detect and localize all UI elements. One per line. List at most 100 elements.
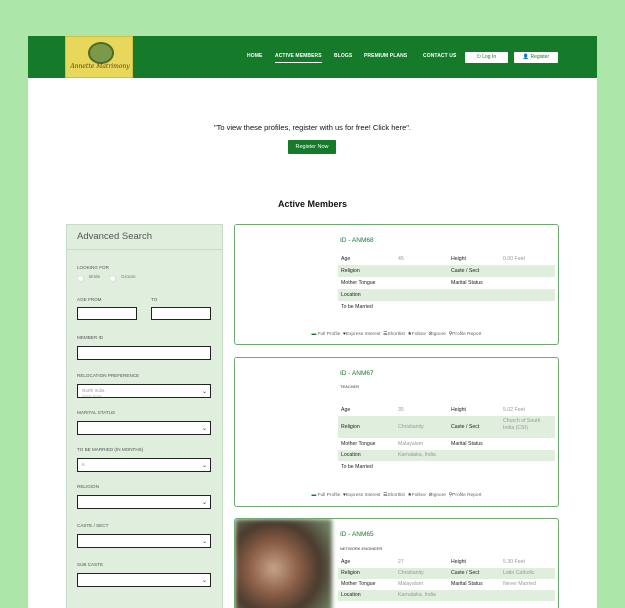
bride-radio[interactable] bbox=[77, 275, 84, 282]
bride-label: Bride bbox=[89, 275, 101, 280]
ignore-link[interactable]: Ignore bbox=[432, 332, 446, 337]
caste-select[interactable]: ⌄ bbox=[77, 534, 211, 548]
chevron-down-icon: ⌄ bbox=[201, 578, 207, 584]
profile-report-link[interactable]: Profile Report bbox=[452, 493, 481, 498]
full-profile-link[interactable]: Full Profile bbox=[318, 332, 341, 337]
age-from-label: AGE FROM bbox=[77, 297, 102, 302]
member-photo[interactable] bbox=[235, 358, 332, 488]
religion-label: Religion bbox=[341, 424, 360, 430]
relocation-label: RELOCATION PREFERENCE bbox=[77, 373, 140, 378]
member-card: ID - ANM67 TEACHER Age 35 Height 5.02 Fe… bbox=[234, 357, 559, 507]
member-occupation: TEACHER bbox=[340, 384, 360, 389]
member-id-input[interactable] bbox=[77, 346, 211, 360]
card-actions: ▬ Full Profile ♥Express Interest ☰Shortl… bbox=[235, 332, 558, 337]
section-title: Active Members bbox=[277, 199, 348, 209]
location-value: Karnataka, India bbox=[398, 592, 436, 598]
follow-link[interactable]: Follow bbox=[412, 332, 426, 337]
express-interest-link[interactable]: Express Interest bbox=[346, 332, 381, 337]
member-id[interactable]: ID - ANM67 bbox=[340, 370, 374, 377]
chevron-down-icon: ⌄ bbox=[201, 539, 207, 545]
religion-label: RELIGION bbox=[77, 484, 99, 489]
sub-caste-label: SUB CASTE bbox=[77, 562, 104, 567]
chevron-down-icon: ⌄ bbox=[201, 500, 207, 506]
looking-for-label: LOOKING FOR bbox=[77, 265, 109, 270]
location-value: Karnataka, India bbox=[398, 452, 436, 458]
caste-value: Church of South India (CSI) bbox=[503, 418, 541, 431]
site-logo[interactable]: Annette Matrimony bbox=[65, 36, 133, 78]
age-to-input[interactable] bbox=[151, 307, 211, 320]
nav-premium-plans[interactable]: PREMIUM PLANS bbox=[364, 53, 407, 59]
religion-label: Religion bbox=[341, 268, 360, 274]
logo-emblem-icon bbox=[88, 42, 114, 64]
mother-tongue-label: Mother Tongue bbox=[341, 581, 376, 587]
nav-blogs[interactable]: BLOGS bbox=[334, 53, 352, 59]
height-value: 5.30 Feet bbox=[503, 559, 525, 565]
member-photo[interactable] bbox=[235, 225, 332, 330]
advanced-search-panel: Advanced Search LOOKING FOR Bride Groom … bbox=[66, 224, 223, 608]
shortlist-link[interactable]: Shortlist bbox=[387, 493, 404, 498]
marital-status-label: Marital Status bbox=[451, 280, 483, 286]
chevron-down-icon: ⌄ bbox=[201, 463, 207, 469]
height-label: Height bbox=[451, 559, 466, 565]
member-id[interactable]: ID - ANM65 bbox=[340, 531, 374, 538]
marital-status-value: Never Married bbox=[503, 581, 536, 587]
to-be-married-value: 6 bbox=[82, 462, 85, 467]
member-details-table: Age 45 Height 0.00 Feet Religion Caste /… bbox=[338, 254, 555, 313]
groom-radio[interactable] bbox=[109, 275, 116, 282]
age-value: 45 bbox=[398, 256, 404, 262]
location-label: Location bbox=[341, 592, 361, 598]
height-value: 5.02 Feet bbox=[503, 407, 525, 413]
nav-home[interactable]: HOME bbox=[247, 53, 262, 59]
profile-report-link[interactable]: Profile Report bbox=[452, 332, 481, 337]
age-label: Age bbox=[341, 559, 351, 565]
shortlist-link[interactable]: Shortlist bbox=[387, 332, 404, 337]
marital-status-label: MARITAL STATUS bbox=[77, 410, 116, 415]
age-from-input[interactable] bbox=[77, 307, 137, 320]
age-label: Age bbox=[341, 407, 351, 413]
nav-active-members[interactable]: ACTIVE MEMBERS bbox=[275, 53, 322, 63]
mother-tongue-label: Mother Tongue bbox=[341, 280, 376, 286]
follow-link[interactable]: Follow bbox=[412, 493, 426, 498]
login-button[interactable]: ⏻ Log In bbox=[465, 52, 508, 63]
ignore-link[interactable]: Ignore bbox=[432, 493, 446, 498]
location-label: Location bbox=[341, 292, 361, 298]
member-card: ID - ANM68 Age 45 Height 0.00 Feet Relig… bbox=[234, 224, 559, 345]
caste-label: Caste / Sect bbox=[451, 424, 480, 430]
page: Annette Matrimony HOME ACTIVE MEMBERS BL… bbox=[28, 36, 597, 608]
express-interest-link[interactable]: Express Interest bbox=[346, 493, 381, 498]
chevron-down-icon: ⌄ bbox=[201, 389, 207, 395]
member-id-label: MEMBER ID bbox=[77, 335, 104, 340]
register-notice[interactable]: "To view these profiles, register with u… bbox=[28, 123, 597, 132]
caste-value: Latin Catholic bbox=[503, 570, 535, 576]
nav-contact-us[interactable]: CONTACT US bbox=[423, 53, 456, 59]
sub-caste-select[interactable]: ⌄ bbox=[77, 573, 211, 587]
caste-label: Caste / Sect bbox=[451, 268, 480, 274]
age-label: Age bbox=[341, 256, 351, 262]
marital-status-label: Marital Status bbox=[451, 441, 483, 447]
member-occupation: NETWORK ENGINEER bbox=[340, 546, 383, 551]
relocation-select[interactable]: North India North India ⌄ bbox=[77, 384, 211, 398]
to-be-married-label: TO BE MARRIED (IN MONTHS) bbox=[77, 447, 144, 452]
to-be-married-label: To be Married bbox=[341, 304, 373, 310]
marital-status-select[interactable]: ⌄ bbox=[77, 421, 211, 435]
religion-value: Christianity bbox=[398, 424, 424, 430]
religion-value: Christianity bbox=[398, 570, 424, 576]
chevron-down-icon: ⌄ bbox=[201, 426, 207, 432]
height-value: 0.00 Feet bbox=[503, 256, 525, 262]
religion-select[interactable]: ⌄ bbox=[77, 495, 211, 509]
member-id[interactable]: ID - ANM68 bbox=[340, 237, 374, 244]
location-label: Location bbox=[341, 452, 361, 458]
age-value: 35 bbox=[398, 407, 404, 413]
relocation-sub-value: North India bbox=[82, 393, 102, 398]
register-button[interactable]: 👤 Register bbox=[514, 52, 558, 63]
age-value: 27 bbox=[398, 559, 404, 565]
marital-status-label: Marital Status bbox=[451, 581, 483, 587]
mother-tongue-label: Mother Tongue bbox=[341, 441, 376, 447]
mother-tongue-value: Malayalam bbox=[398, 441, 424, 447]
member-photo[interactable] bbox=[235, 519, 332, 608]
caste-label: CASTE / SECT bbox=[77, 523, 109, 528]
register-now-button[interactable]: Register Now bbox=[288, 140, 336, 154]
id-card-icon: ▬ bbox=[311, 332, 317, 337]
full-profile-link[interactable]: Full Profile bbox=[318, 493, 341, 498]
to-be-married-select[interactable]: 6 ⌄ bbox=[77, 458, 211, 472]
